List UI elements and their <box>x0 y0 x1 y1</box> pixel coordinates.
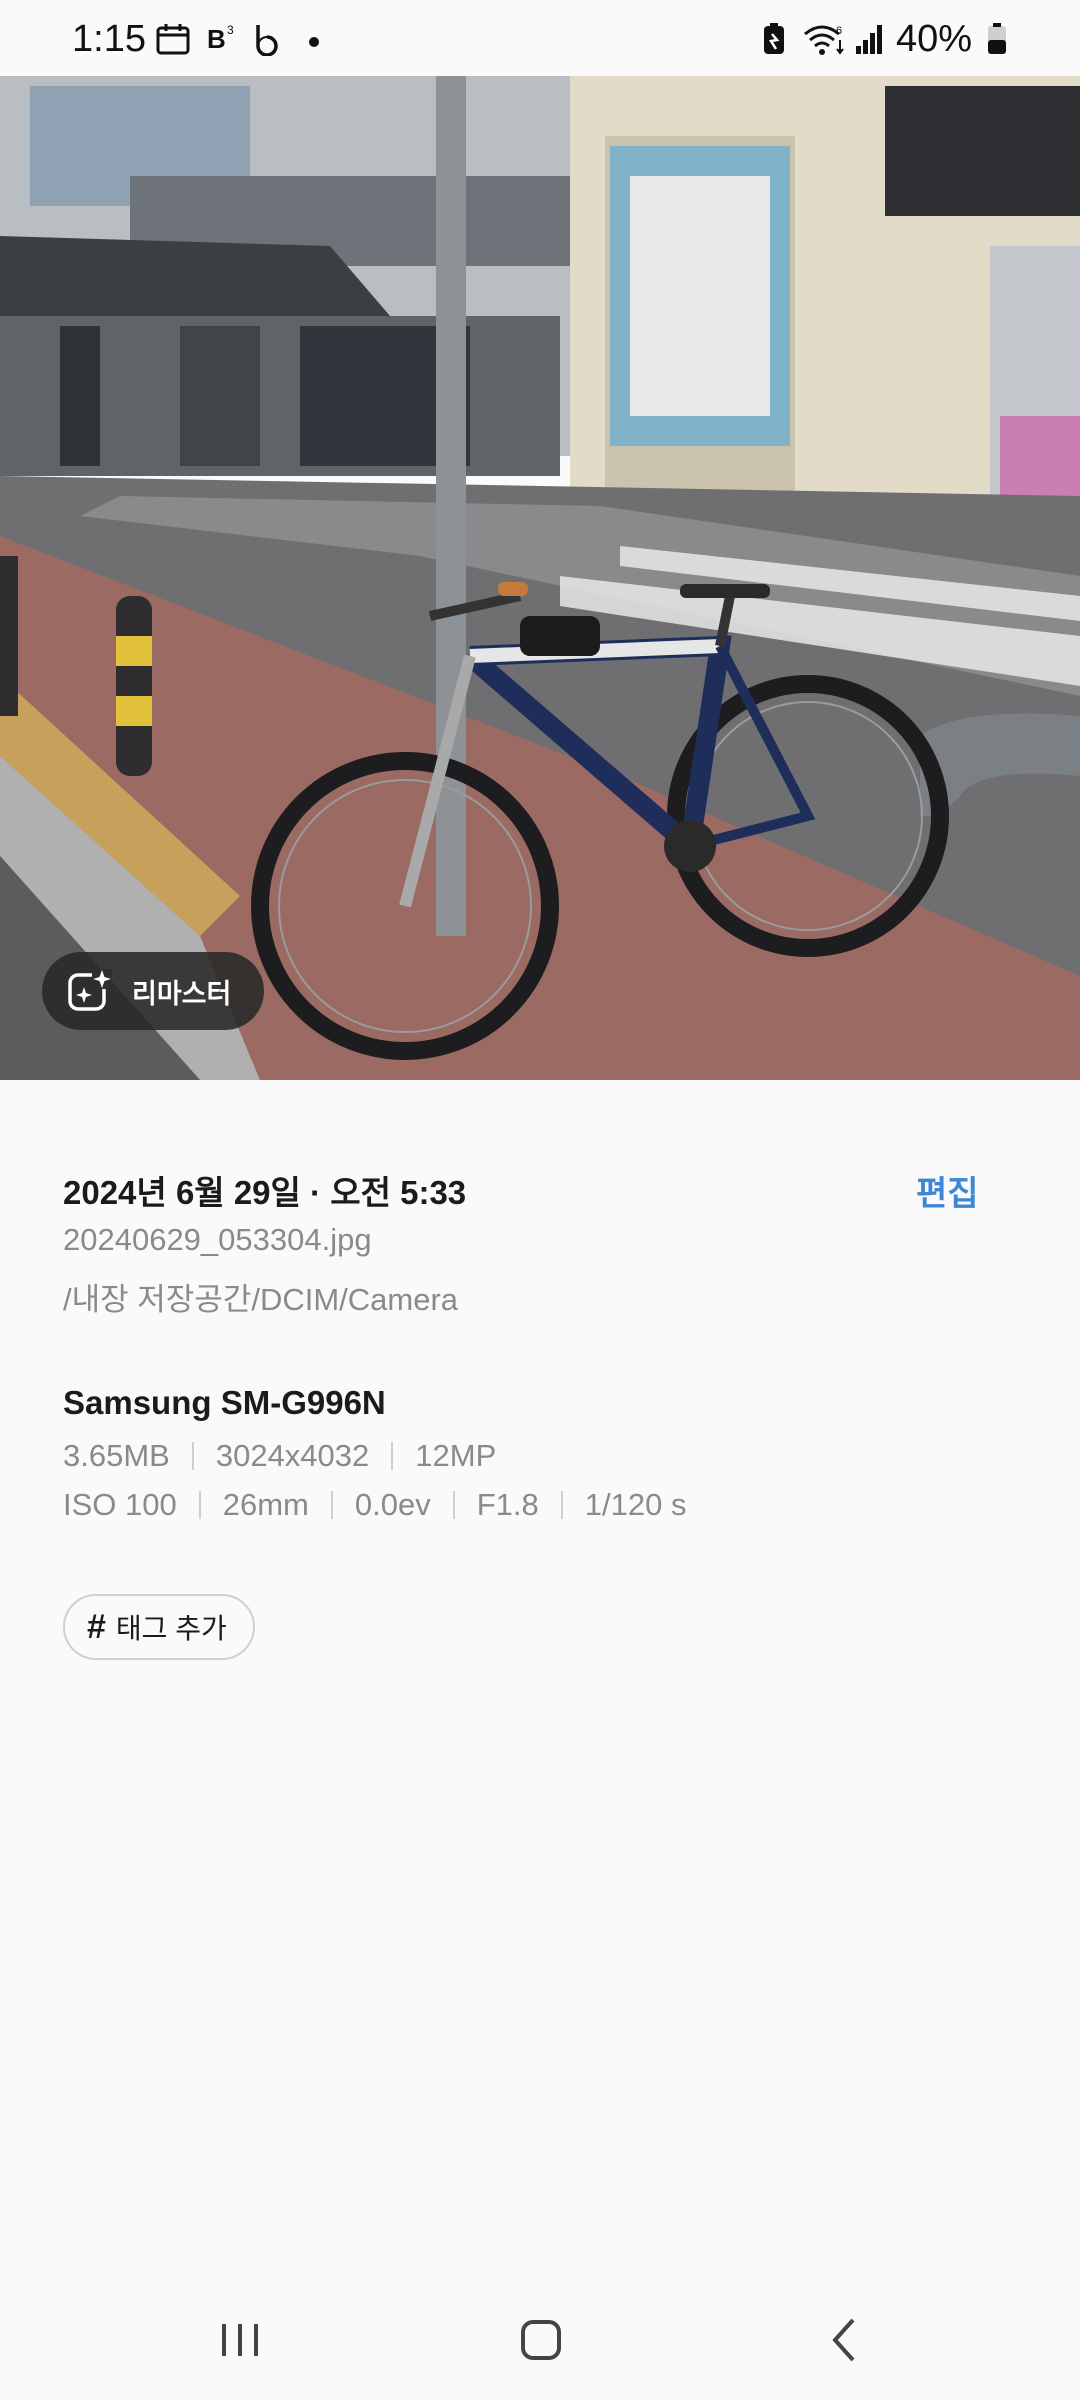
back-button[interactable] <box>815 2310 875 2370</box>
add-tag-label: 태그 추가 <box>115 1613 227 1644</box>
details-panel: 2024년 6월 29일 · 오전 5:33 편집 20240629_05330… <box>0 1080 1080 2280</box>
signal-icon <box>856 25 882 54</box>
capture-date: 2024년 6월 29일 · 오전 5:33 <box>63 1174 467 1211</box>
separator <box>330 1491 333 1519</box>
photo-view[interactable] <box>0 76 1080 1080</box>
svg-text:3: 3 <box>227 23 234 37</box>
separator <box>560 1491 563 1519</box>
dot-icon <box>309 37 319 47</box>
home-button[interactable] <box>511 2310 571 2370</box>
svg-text:6: 6 <box>836 25 842 37</box>
recent-apps-button[interactable] <box>210 2310 270 2370</box>
iso: ISO 100 <box>63 1487 177 1522</box>
photo-image[interactable] <box>0 76 1080 1080</box>
hash-icon: # <box>87 1607 106 1646</box>
device-model: Samsung SM-G996N <box>63 1384 386 1421</box>
battery-icon <box>988 23 1006 54</box>
file-size: 3.65MB <box>63 1438 170 1473</box>
shutter-speed: 1/120 s <box>584 1487 687 1522</box>
remaster-button[interactable]: 리마스터 <box>42 952 264 1030</box>
svg-text:B: B <box>207 24 226 54</box>
megapixels: 12MP <box>415 1438 497 1473</box>
resolution: 3024x4032 <box>215 1438 370 1473</box>
b-logo-icon <box>256 25 278 56</box>
add-tag-button[interactable]: # 태그 추가 <box>63 1594 255 1660</box>
aperture: F1.8 <box>476 1487 539 1522</box>
remaster-sparkle-icon <box>68 969 112 1011</box>
camera-specs-row: ISO 100 26mm 0.0ev F1.8 1/120 s <box>63 1487 686 1523</box>
navigation-bar <box>0 2280 1080 2400</box>
separator <box>191 1442 194 1470</box>
separator <box>452 1491 455 1519</box>
focal-length: 26mm <box>222 1487 309 1522</box>
file-path: /내장 저장공간/DCIM/Camera <box>63 1282 459 1317</box>
wifi-icon: 6 <box>804 25 844 55</box>
b-app-icon: B 3 <box>207 23 234 54</box>
separator <box>198 1491 201 1519</box>
status-bar: 1:15 B 3 6 40% <box>0 0 1080 76</box>
exposure-value: 0.0ev <box>354 1487 431 1522</box>
battery-saver-icon <box>764 23 784 54</box>
battery-percent: 40% <box>896 18 973 60</box>
status-time: 1:15 <box>72 18 146 60</box>
edit-button[interactable]: 편집 <box>916 1166 979 1215</box>
calendar-icon <box>156 24 190 55</box>
file-name: 20240629_053304.jpg <box>63 1222 372 1257</box>
remaster-label: 리마스터 <box>132 978 232 1009</box>
separator <box>391 1442 394 1470</box>
file-specs-row: 3.65MB 3024x4032 12MP <box>63 1438 496 1474</box>
